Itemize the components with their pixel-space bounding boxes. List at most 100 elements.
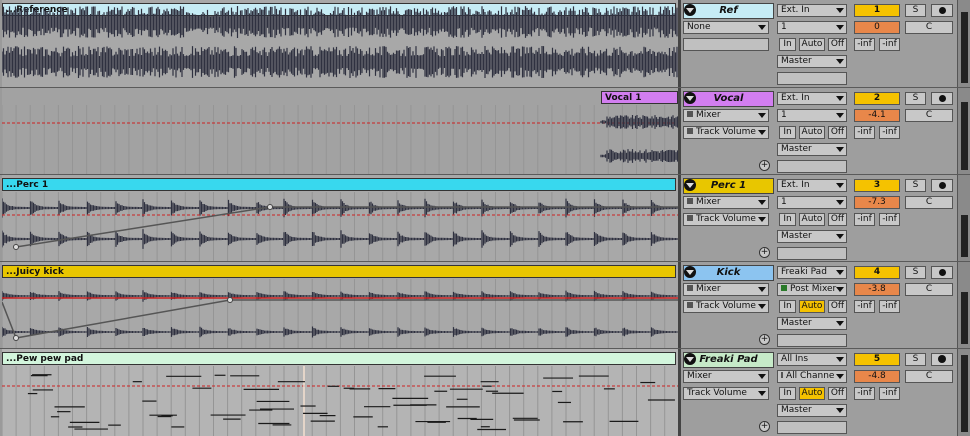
send-b-field[interactable]: -inf xyxy=(879,126,900,139)
midi-arm-button[interactable] xyxy=(931,353,953,366)
arm-button[interactable] xyxy=(931,179,953,192)
monitor-auto-button[interactable]: Auto xyxy=(799,38,825,51)
fold-icon[interactable] xyxy=(684,266,696,278)
send-b-field[interactable]: -inf xyxy=(879,38,900,51)
output-select[interactable]: Master xyxy=(777,143,847,156)
solo-button[interactable]: S xyxy=(905,353,926,366)
send-b-field[interactable]: -inf xyxy=(879,387,900,400)
monitor-off-button[interactable]: Off xyxy=(828,300,847,313)
parameter-chooser[interactable]: Track Volume xyxy=(683,213,769,226)
device-slot[interactable] xyxy=(683,38,769,51)
device-chooser[interactable]: Mixer xyxy=(683,370,769,383)
send-a-field[interactable]: -inf xyxy=(854,126,875,139)
output-select[interactable]: Master xyxy=(777,404,847,417)
monitor-auto-button[interactable]: Auto xyxy=(799,300,825,313)
track-title[interactable]: Vocal xyxy=(683,91,774,107)
input-channel-select[interactable]: All Channe xyxy=(777,370,847,383)
track-title[interactable]: Ref xyxy=(683,3,774,19)
pan-field[interactable]: C xyxy=(905,283,953,296)
pan-field[interactable]: C xyxy=(905,370,953,383)
monitor-off-button[interactable]: Off xyxy=(828,126,847,139)
fold-icon[interactable] xyxy=(684,92,696,104)
input-type-select[interactable]: Ext. In xyxy=(777,179,847,192)
output-channel-slot[interactable] xyxy=(777,334,847,347)
fold-icon[interactable] xyxy=(684,179,696,191)
arrangement-lane[interactable]: Vocal 1 xyxy=(2,88,678,174)
track-activator[interactable]: 2 xyxy=(854,92,900,105)
monitor-auto-button[interactable]: Auto xyxy=(799,387,825,400)
add-lane-icon[interactable]: + xyxy=(759,247,770,258)
input-type-select[interactable]: Ext. In xyxy=(777,92,847,105)
input-type-select[interactable]: Freaki Pad xyxy=(777,266,847,279)
parameter-chooser[interactable]: Track Volume xyxy=(683,387,769,400)
track-panel: Vocal Mixer Track Volume + Ext. In 1 In … xyxy=(681,88,970,174)
monitor-in-button[interactable]: In xyxy=(779,126,796,139)
send-a-field[interactable]: -inf xyxy=(854,387,875,400)
device-chooser[interactable]: Mixer xyxy=(683,109,769,122)
track-activator[interactable]: 4 xyxy=(854,266,900,279)
solo-button[interactable]: S xyxy=(905,4,926,17)
send-b-field[interactable]: -inf xyxy=(879,300,900,313)
pan-field[interactable]: C xyxy=(905,109,953,122)
send-a-field[interactable]: -inf xyxy=(854,300,875,313)
arrangement-lane[interactable]: ...Perc 1 xyxy=(2,175,678,261)
arrangement-lane[interactable]: ...Reference xyxy=(2,0,678,87)
output-channel-slot[interactable] xyxy=(777,160,847,173)
input-type-select[interactable]: All Ins xyxy=(777,353,847,366)
monitor-in-button[interactable]: In xyxy=(779,300,796,313)
output-select[interactable]: Master xyxy=(777,317,847,330)
volume-field[interactable]: -7.3 xyxy=(854,196,900,209)
device-chooser[interactable]: None xyxy=(683,21,769,34)
device-chooser[interactable]: Mixer xyxy=(683,283,769,296)
add-lane-icon[interactable]: + xyxy=(759,334,770,345)
monitor-in-button[interactable]: In xyxy=(779,213,796,226)
monitor-in-button[interactable]: In xyxy=(779,38,796,51)
output-select[interactable]: Master xyxy=(777,55,847,68)
send-a-field[interactable]: -inf xyxy=(854,213,875,226)
fold-icon[interactable] xyxy=(684,353,696,365)
solo-button[interactable]: S xyxy=(905,179,926,192)
monitor-off-button[interactable]: Off xyxy=(828,213,847,226)
input-channel-select[interactable]: 1 xyxy=(777,109,847,122)
monitor-off-button[interactable]: Off xyxy=(828,387,847,400)
solo-button[interactable]: S xyxy=(905,266,926,279)
pan-field[interactable]: C xyxy=(905,196,953,209)
output-channel-slot[interactable] xyxy=(777,247,847,260)
pan-field[interactable]: C xyxy=(905,21,953,34)
output-select[interactable]: Master xyxy=(777,230,847,243)
track-activator[interactable]: 3 xyxy=(854,179,900,192)
input-channel-select[interactable]: Post Mixer xyxy=(777,283,847,296)
monitor-off-button[interactable]: Off xyxy=(828,38,847,51)
track-title[interactable]: Perc 1 xyxy=(683,178,774,194)
parameter-chooser[interactable]: Track Volume xyxy=(683,126,769,139)
output-channel-slot[interactable] xyxy=(777,421,847,434)
arm-button[interactable] xyxy=(931,4,953,17)
parameter-chooser[interactable]: Track Volume xyxy=(683,300,769,313)
add-lane-icon[interactable]: + xyxy=(759,160,770,171)
input-channel-select[interactable]: 1 xyxy=(777,196,847,209)
send-a-field[interactable]: -inf xyxy=(854,38,875,51)
arm-button[interactable] xyxy=(931,266,953,279)
volume-field[interactable]: -3.8 xyxy=(854,283,900,296)
track-activator[interactable]: 5 xyxy=(854,353,900,366)
fold-icon[interactable] xyxy=(684,4,696,16)
solo-button[interactable]: S xyxy=(905,92,926,105)
track-title[interactable]: Kick xyxy=(683,265,774,281)
volume-field[interactable]: -4.1 xyxy=(854,109,900,122)
arrangement-lane[interactable]: ...Juicy kick xyxy=(2,262,678,348)
arm-button[interactable] xyxy=(931,92,953,105)
device-chooser[interactable]: Mixer xyxy=(683,196,769,209)
track-activator[interactable]: 1 xyxy=(854,4,900,17)
monitor-auto-button[interactable]: Auto xyxy=(799,126,825,139)
monitor-auto-button[interactable]: Auto xyxy=(799,213,825,226)
track-title[interactable]: Freaki Pad xyxy=(683,352,774,368)
input-channel-select[interactable]: 1 xyxy=(777,21,847,34)
add-lane-icon[interactable]: + xyxy=(759,421,770,432)
send-b-field[interactable]: -inf xyxy=(879,213,900,226)
monitor-in-button[interactable]: In xyxy=(779,387,796,400)
volume-field[interactable]: 0 xyxy=(854,21,900,34)
arrangement-lane[interactable]: ...Pew pew pad xyxy=(2,349,678,436)
output-channel-slot[interactable] xyxy=(777,72,847,85)
input-type-select[interactable]: Ext. In xyxy=(777,4,847,17)
volume-field[interactable]: -4.8 xyxy=(854,370,900,383)
